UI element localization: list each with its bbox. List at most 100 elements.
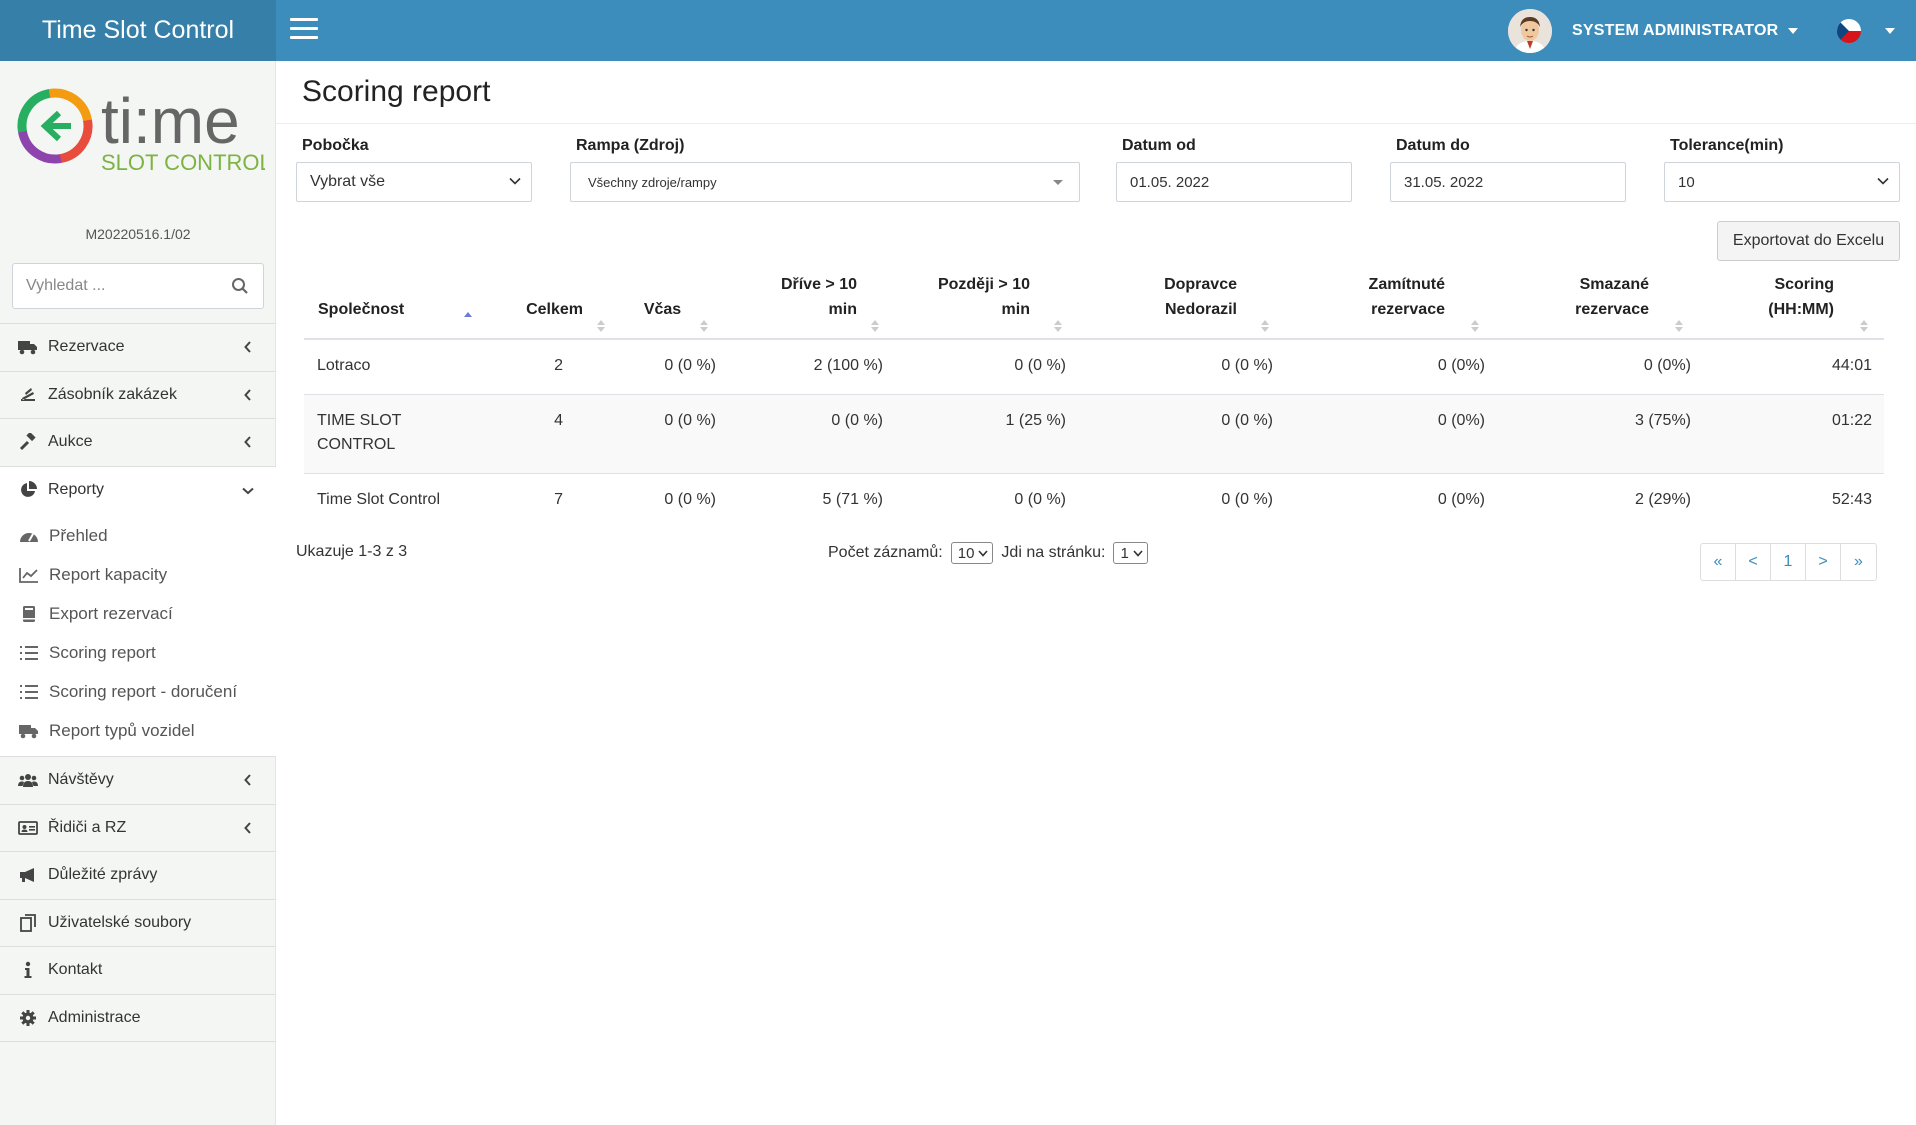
col-header-rejected[interactable]: Zamítnuté rezervace bbox=[1273, 272, 1485, 340]
goto-page-select[interactable]: 1 bbox=[1113, 542, 1148, 564]
user-menu[interactable]: SYSTEM ADMINISTRATOR bbox=[1508, 9, 1799, 53]
records-select[interactable]: 10 bbox=[950, 542, 994, 564]
date-to-label: Datum do bbox=[1396, 137, 1470, 154]
cell-rejected: 0 (0%) bbox=[1273, 394, 1485, 474]
chevron-left-icon bbox=[244, 821, 251, 834]
dashboard-icon bbox=[18, 527, 40, 545]
files-icon bbox=[18, 913, 38, 932]
sidebar-item-rezervace[interactable]: Rezervace bbox=[0, 324, 276, 372]
col-header-deleted[interactable]: Smazané rezervace bbox=[1485, 272, 1691, 340]
sidebar-subitem-export-rezervaci[interactable]: Export rezervací bbox=[0, 594, 276, 633]
date-from-input[interactable]: 01.05. 2022 bbox=[1116, 162, 1352, 202]
main-content: Scoring report Pobočka Vybrat vše Rampa … bbox=[276, 61, 1916, 1125]
pager-first-button[interactable]: « bbox=[1701, 544, 1736, 580]
language-selector[interactable] bbox=[1837, 19, 1895, 43]
chevron-down-icon bbox=[509, 177, 521, 185]
sidebar-subitem-report-typu-vozidel[interactable]: Report typů vozidel bbox=[0, 711, 276, 750]
sidebar-subitem-report-kapacity[interactable]: Report kapacity bbox=[0, 555, 276, 594]
export-excel-button[interactable]: Exportovat do Excelu bbox=[1717, 221, 1900, 261]
cell-total: 2 bbox=[499, 339, 609, 395]
sidebar-subitem-scoring-report[interactable]: Scoring report bbox=[0, 633, 276, 672]
pager-prev-button[interactable]: < bbox=[1736, 544, 1771, 580]
cell-deleted: 0 (0%) bbox=[1485, 339, 1691, 395]
cell-rejected: 0 (0%) bbox=[1437, 491, 1485, 508]
sort-icon bbox=[1675, 320, 1683, 332]
reporty-submenu: Přehled Report kapacity Export rezervací… bbox=[0, 514, 276, 757]
col-header-early[interactable]: Dříve > 10 min bbox=[716, 272, 883, 340]
sidebar-item-administrace[interactable]: Administrace bbox=[0, 995, 276, 1042]
sidebar-subitem-scoring-report-doruceni[interactable]: Scoring report - doručení bbox=[0, 672, 276, 711]
ramp-select[interactable]: Všechny zdroje/rampy bbox=[570, 162, 1080, 202]
sidebar-item-reporty[interactable]: Reporty bbox=[0, 466, 276, 514]
date-to-value: 31.05. 2022 bbox=[1404, 173, 1484, 191]
megaphone-icon bbox=[18, 866, 38, 884]
sidebar-item-aukce[interactable]: Aukce bbox=[0, 419, 276, 467]
cell-total: 4 bbox=[499, 394, 609, 474]
info-icon bbox=[18, 961, 38, 979]
pager-page-1-button[interactable]: 1 bbox=[1771, 544, 1806, 580]
col-header-company[interactable]: Společnost bbox=[304, 272, 499, 340]
date-to-input[interactable]: 31.05. 2022 bbox=[1390, 162, 1626, 202]
cell-scoring: 44:01 bbox=[1691, 339, 1884, 395]
app-logo: ti:me SLOT CONTROL bbox=[15, 73, 272, 181]
sidebar-subitem-label: Report typů vozidel bbox=[49, 720, 195, 740]
hamburger-menu-icon[interactable] bbox=[290, 18, 318, 42]
col-header-late[interactable]: Později > 10 min bbox=[883, 272, 1066, 340]
chevron-down-icon bbox=[242, 487, 254, 494]
cell-late: 1 (25 %) bbox=[883, 394, 1066, 474]
chevron-left-icon bbox=[244, 774, 251, 786]
tolerance-select[interactable]: 10 bbox=[1664, 162, 1900, 202]
sidebar-item-uzivatelske-soubory[interactable]: Uživatelské soubory bbox=[0, 900, 276, 947]
cell-scoring: 01:22 bbox=[1691, 394, 1884, 474]
cell-early: 0 (0 %) bbox=[716, 394, 883, 474]
sidebar-subitem-prehled[interactable]: Přehled bbox=[0, 516, 276, 555]
sidebar-item-label: Uživatelské soubory bbox=[48, 913, 192, 931]
app-brand[interactable]: Time Slot Control bbox=[0, 0, 276, 61]
cell-early: 5 (71 %) bbox=[822, 491, 883, 508]
cell-deleted: 3 (75%) bbox=[1485, 394, 1691, 474]
truck-icon bbox=[18, 722, 40, 740]
col-header-total[interactable]: Celkem bbox=[499, 272, 609, 340]
col-header-noshow[interactable]: Dopravce Nedorazil bbox=[1066, 272, 1273, 340]
chevron-down-icon bbox=[978, 549, 989, 557]
sidebar-menu: Rezervace Zásobník zakázek Aukce Reporty… bbox=[0, 323, 276, 1042]
search-icon[interactable] bbox=[231, 277, 249, 295]
truck-icon bbox=[18, 338, 38, 356]
gavel-icon bbox=[18, 433, 38, 451]
records-label: Počet záznamů: bbox=[828, 544, 943, 561]
col-header-scoring[interactable]: Scoring (HH:MM) bbox=[1691, 272, 1884, 340]
sort-icon bbox=[597, 320, 605, 332]
sort-icon bbox=[1860, 320, 1868, 332]
gear-icon bbox=[18, 1009, 38, 1027]
col-header-ontime[interactable]: Včas bbox=[609, 272, 716, 340]
id-card-icon bbox=[18, 819, 38, 837]
list-icon bbox=[18, 644, 40, 662]
chevron-down-icon bbox=[1877, 177, 1889, 185]
sidebar-item-kontakt[interactable]: Kontakt bbox=[0, 947, 276, 995]
goto-label: Jdi na stránku: bbox=[1001, 544, 1106, 561]
table-row: Lotraco 2 0 (0 %) 2 (100 %) 0 (0 %) 0 (0… bbox=[304, 339, 1884, 395]
pager-next-button[interactable]: > bbox=[1806, 544, 1841, 580]
stack-icon bbox=[18, 386, 38, 404]
sidebar-item-zasobnik[interactable]: Zásobník zakázek bbox=[0, 372, 276, 419]
sidebar-item-dulezite-zpravy[interactable]: Důležité zprávy bbox=[0, 852, 276, 900]
sort-icon bbox=[700, 320, 708, 332]
tolerance-label: Tolerance(min) bbox=[1670, 137, 1784, 154]
search-input[interactable] bbox=[13, 264, 213, 308]
sidebar-subitem-label: Report kapacity bbox=[49, 564, 168, 584]
cell-company: Time Slot Control bbox=[317, 491, 440, 508]
page-size-control: Počet záznamů: 10 Jdi na stránku: 1 bbox=[828, 542, 1156, 564]
sidebar-item-navstevy[interactable]: Návštěvy bbox=[0, 757, 276, 805]
table-row: TIME SLOT CONTROL 4 0 (0 %) 0 (0 %) 1 (2… bbox=[304, 394, 1884, 474]
sidebar-subitem-label: Export rezervací bbox=[49, 603, 173, 623]
cell-deleted: 2 (29%) bbox=[1634, 491, 1691, 508]
branch-select[interactable]: Vybrat vše bbox=[296, 162, 532, 202]
sidebar-search bbox=[12, 263, 264, 309]
logo-text: ti:me bbox=[101, 85, 240, 157]
cell-late: 0 (0 %) bbox=[883, 339, 1066, 395]
chevron-left-icon bbox=[244, 388, 251, 401]
sidebar-subitem-label: Scoring report - doručení bbox=[49, 681, 238, 701]
sidebar-item-ridici[interactable]: Řidiči a RZ bbox=[0, 805, 276, 852]
sidebar-subitem-label: Scoring report bbox=[49, 642, 156, 662]
pager-last-button[interactable]: » bbox=[1841, 544, 1876, 580]
